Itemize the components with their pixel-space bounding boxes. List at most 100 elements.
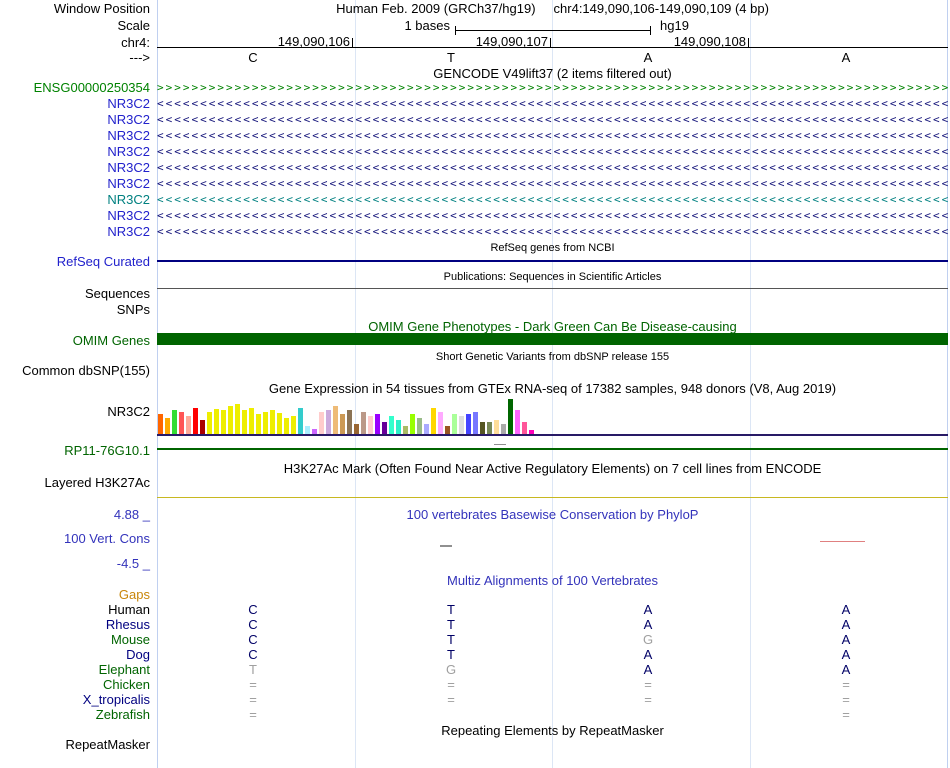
gtex-expression-bar[interactable] [466, 414, 471, 434]
gtex-expression-bar[interactable] [508, 399, 513, 434]
gtex-expression-bar[interactable] [221, 410, 226, 434]
gtex-expression-bar[interactable] [340, 414, 345, 434]
gtex-expression-bar[interactable] [459, 416, 464, 434]
gene-label[interactable]: NR3C2 [0, 96, 150, 111]
track-label-common-dbsnp[interactable]: Common dbSNP(155) [0, 363, 150, 378]
species-label[interactable]: X_tropicalis [0, 692, 150, 707]
gtex-expression-bar[interactable] [515, 410, 520, 434]
gtex-expression-bar[interactable] [347, 410, 352, 434]
gtex-expression-bar[interactable] [319, 412, 324, 434]
species-label[interactable]: Zebrafish [0, 707, 150, 722]
gtex-expression-bar[interactable] [186, 416, 191, 434]
species-label[interactable]: Mouse [0, 632, 150, 647]
gtex-baseline[interactable] [157, 434, 948, 436]
refseq-gene-bar[interactable] [157, 260, 948, 262]
gtex-expression-bar[interactable] [403, 426, 408, 434]
gene-model-arrows[interactable]: <<<<<<<<<<<<<<<<<<<<<<<<<<<<<<<<<<<<<<<<… [157, 208, 948, 224]
gtex-expression-bar[interactable] [200, 420, 205, 434]
omim-gene-bar[interactable] [157, 333, 948, 345]
gtex-expression-bar[interactable] [480, 422, 485, 434]
gtex-expression-bar[interactable] [417, 418, 422, 434]
gene-label[interactable]: NR3C2 [0, 208, 150, 223]
gtex-expression-bar[interactable] [256, 414, 261, 434]
gtex-expression-bar[interactable] [368, 416, 373, 434]
gtex-expression-bar[interactable] [214, 409, 219, 434]
gtex-expression-bar[interactable] [291, 416, 296, 434]
gene-label[interactable]: NR3C2 [0, 128, 150, 143]
species-label[interactable]: Human [0, 602, 150, 617]
gtex-expression-bar[interactable] [270, 410, 275, 434]
gtex-expression-bar[interactable] [375, 414, 380, 434]
gene-model-arrows[interactable]: <<<<<<<<<<<<<<<<<<<<<<<<<<<<<<<<<<<<<<<<… [157, 96, 948, 112]
gtex-expression-bar[interactable] [298, 408, 303, 434]
species-label[interactable]: Dog [0, 647, 150, 662]
species-label[interactable]: Elephant [0, 662, 150, 677]
gtex-expression-bar[interactable] [207, 412, 212, 434]
gtex-expression-bar[interactable] [522, 422, 527, 434]
gtex-expression-bar[interactable] [487, 422, 492, 434]
species-label[interactable]: Rhesus [0, 617, 150, 632]
gtex-expression-bar[interactable] [305, 426, 310, 434]
track-label-repeatmasker[interactable]: RepeatMasker [0, 737, 150, 752]
track-label-h3k27ac[interactable]: Layered H3K27Ac [0, 475, 150, 490]
gene-model-arrows[interactable]: <<<<<<<<<<<<<<<<<<<<<<<<<<<<<<<<<<<<<<<<… [157, 224, 948, 240]
gtex-expression-bar[interactable] [389, 416, 394, 434]
gtex-expression-bar[interactable] [312, 429, 317, 434]
track-label-vert-cons[interactable]: 100 Vert. Cons [0, 531, 150, 546]
gtex-expression-bar[interactable] [165, 418, 170, 434]
gtex-expression-bar[interactable] [382, 422, 387, 434]
gtex-expression-bar[interactable] [249, 408, 254, 434]
gtex-expression-bar[interactable] [263, 412, 268, 434]
track-label-sequences[interactable]: Sequences [0, 286, 150, 301]
gene-label[interactable]: NR3C2 [0, 192, 150, 207]
track-label-omim-genes[interactable]: OMIM Genes [0, 333, 150, 348]
track-label-gtex-gene[interactable]: NR3C2 [0, 404, 150, 419]
gene-model-arrows[interactable]: <<<<<<<<<<<<<<<<<<<<<<<<<<<<<<<<<<<<<<<<… [157, 112, 948, 128]
gene-label[interactable]: NR3C2 [0, 112, 150, 127]
gene-model-arrows[interactable]: <<<<<<<<<<<<<<<<<<<<<<<<<<<<<<<<<<<<<<<<… [157, 144, 948, 160]
gene-label[interactable]: NR3C2 [0, 176, 150, 191]
gtex-expression-bar[interactable] [529, 430, 534, 434]
species-label[interactable]: Chicken [0, 677, 150, 692]
gtex-expression-bar[interactable] [235, 404, 240, 434]
gtex-expression-bar[interactable] [277, 413, 282, 434]
gtex-expression-bar[interactable] [193, 408, 198, 434]
gene-model-arrows[interactable]: <<<<<<<<<<<<<<<<<<<<<<<<<<<<<<<<<<<<<<<<… [157, 192, 948, 208]
gtex-expression-bar[interactable] [179, 412, 184, 434]
gene-model-arrows[interactable]: <<<<<<<<<<<<<<<<<<<<<<<<<<<<<<<<<<<<<<<<… [157, 128, 948, 144]
h3k27ac-signal-line[interactable] [157, 497, 948, 498]
gtex-expression-bar[interactable] [361, 412, 366, 434]
gtex-expression-bar[interactable] [473, 412, 478, 434]
gene-label[interactable]: NR3C2 [0, 224, 150, 239]
gtex-expression-bar[interactable] [396, 420, 401, 434]
gtex-expression-bar[interactable] [410, 414, 415, 434]
track-label-rp11[interactable]: RP11-76G10.1 [0, 443, 150, 458]
track-label-snps[interactable]: SNPs [0, 302, 150, 317]
gtex-expression-bar[interactable] [326, 410, 331, 434]
gtex-expression-bar[interactable] [172, 410, 177, 434]
rp11-gene-bar[interactable] [157, 448, 948, 450]
gtex-expression-bar[interactable] [438, 412, 443, 434]
track-label-refseq-curated[interactable]: RefSeq Curated [0, 254, 150, 269]
alignment-base: = [447, 692, 455, 707]
gtex-expression-bar[interactable] [242, 410, 247, 434]
gtex-expression-bar[interactable] [494, 420, 499, 434]
gtex-expression-bar[interactable] [445, 426, 450, 434]
gene-model-arrows[interactable]: >>>>>>>>>>>>>>>>>>>>>>>>>>>>>>>>>>>>>>>>… [157, 80, 948, 96]
gene-label[interactable]: ENSG00000250354 [0, 80, 150, 95]
gtex-expression-bar[interactable] [284, 418, 289, 434]
gene-model-arrows[interactable]: <<<<<<<<<<<<<<<<<<<<<<<<<<<<<<<<<<<<<<<<… [157, 176, 948, 192]
gtex-expression-bar[interactable] [228, 406, 233, 434]
gtex-expression-bar[interactable] [354, 424, 359, 434]
gene-label[interactable]: NR3C2 [0, 144, 150, 159]
gtex-expression-bar[interactable] [501, 424, 506, 434]
gene-label[interactable]: NR3C2 [0, 160, 150, 175]
gtex-expression-bar[interactable] [431, 408, 436, 434]
gtex-expression-bar[interactable] [333, 406, 338, 434]
gene-model-arrows[interactable]: <<<<<<<<<<<<<<<<<<<<<<<<<<<<<<<<<<<<<<<<… [157, 160, 948, 176]
gtex-expression-bar[interactable] [452, 414, 457, 434]
gtex-expression-bar[interactable] [158, 414, 163, 434]
gtex-expression-bar[interactable] [424, 424, 429, 434]
track-label-gaps[interactable]: Gaps [0, 587, 150, 602]
sequences-track-line[interactable] [157, 288, 948, 289]
